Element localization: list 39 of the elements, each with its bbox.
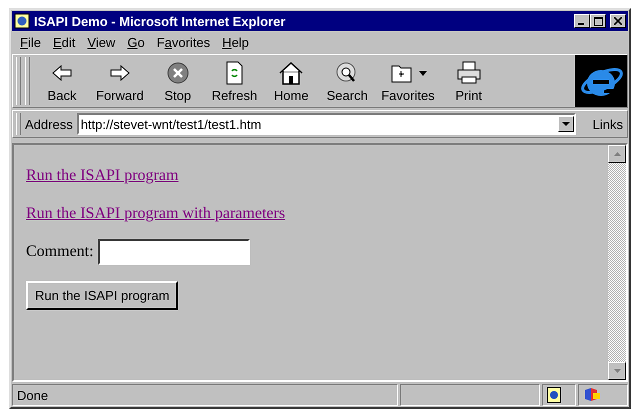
menu-item[interactable]: Edit	[46, 34, 82, 50]
link[interactable]: Run the ISAPI program	[26, 167, 178, 185]
toolbar-button[interactable]: Favorites	[375, 55, 441, 107]
links-label[interactable]: Links	[592, 116, 627, 132]
link[interactable]: Run the ISAPI program with parameters	[26, 205, 286, 223]
maximize-icon	[594, 16, 602, 26]
page-globe-icon	[14, 13, 30, 29]
dropdown-button[interactable]	[558, 116, 574, 132]
comment-field[interactable]	[98, 239, 250, 265]
up-arrow-icon	[614, 152, 620, 156]
toolbar-button[interactable]: Stop	[150, 55, 206, 107]
scroll-up-button[interactable]	[608, 145, 626, 163]
window-title: ISAPI Demo - Microsoft Internet Explorer	[34, 14, 286, 28]
scrollbar[interactable]	[608, 145, 626, 380]
minimize-button[interactable]	[574, 14, 590, 28]
scroll-down-button[interactable]	[608, 362, 626, 380]
toolbar-button[interactable]: Refresh	[206, 55, 264, 107]
menu-item[interactable]: File	[14, 34, 47, 50]
status-text: Done	[12, 384, 398, 406]
address-label: Address	[25, 116, 73, 132]
close-button[interactable]	[610, 14, 626, 28]
down-arrow-icon	[614, 369, 620, 373]
address-field[interactable]: http://stevet-wnt/test1/test1.htm	[76, 113, 576, 135]
toolbar-button[interactable]: Back	[34, 55, 90, 107]
comment-label: Comment:	[26, 243, 94, 261]
zone-icon	[583, 387, 601, 403]
caret-icon	[562, 122, 570, 126]
toolbar-button[interactable]: Home	[263, 55, 320, 107]
toolbar-button[interactable]: Print	[440, 55, 497, 107]
run-button[interactable]: Run the ISAPI program	[26, 281, 178, 310]
maximize-button[interactable]	[590, 14, 606, 28]
page-globe-icon	[547, 387, 561, 403]
menu-item[interactable]: Go	[121, 34, 151, 50]
toolbar-button[interactable]: Forward	[90, 55, 150, 107]
close-icon	[614, 17, 622, 25]
toolbar-button[interactable]: Search	[319, 55, 376, 107]
menu-item[interactable]: View	[81, 34, 122, 50]
menu-item[interactable]: Favorites	[150, 34, 216, 50]
menu-item[interactable]: Help	[216, 34, 255, 50]
